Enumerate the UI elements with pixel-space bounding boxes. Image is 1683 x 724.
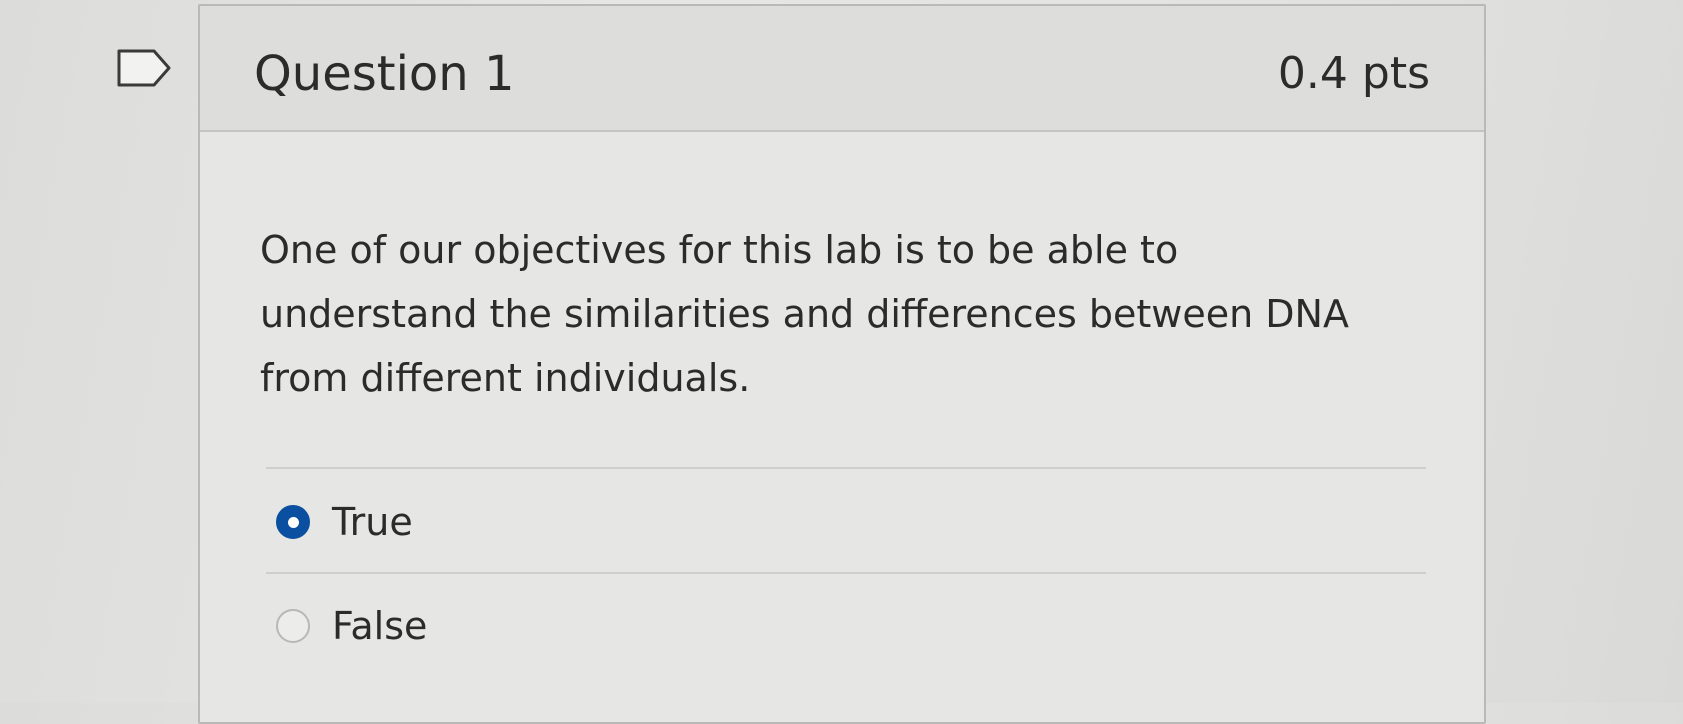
question-title: Question 1 [254, 46, 515, 102]
answer-divider [266, 467, 1426, 469]
answer-option-false[interactable]: False [276, 598, 427, 654]
question-points: 0.4 pts [1277, 48, 1430, 99]
question-text: One of our objectives for this lab is to… [260, 228, 1349, 400]
answer-divider [266, 572, 1426, 574]
radio-selected-icon[interactable] [276, 505, 310, 539]
answer-option-true[interactable]: True [276, 494, 413, 550]
question-header: Question 1 0.4 pts [200, 6, 1484, 132]
question-card: Question 1 0.4 pts One of our objectives… [198, 4, 1486, 724]
answer-label[interactable]: False [332, 601, 427, 651]
answer-label[interactable]: True [332, 497, 413, 547]
radio-unselected-icon[interactable] [276, 609, 310, 643]
flag-question-icon[interactable] [116, 48, 172, 88]
